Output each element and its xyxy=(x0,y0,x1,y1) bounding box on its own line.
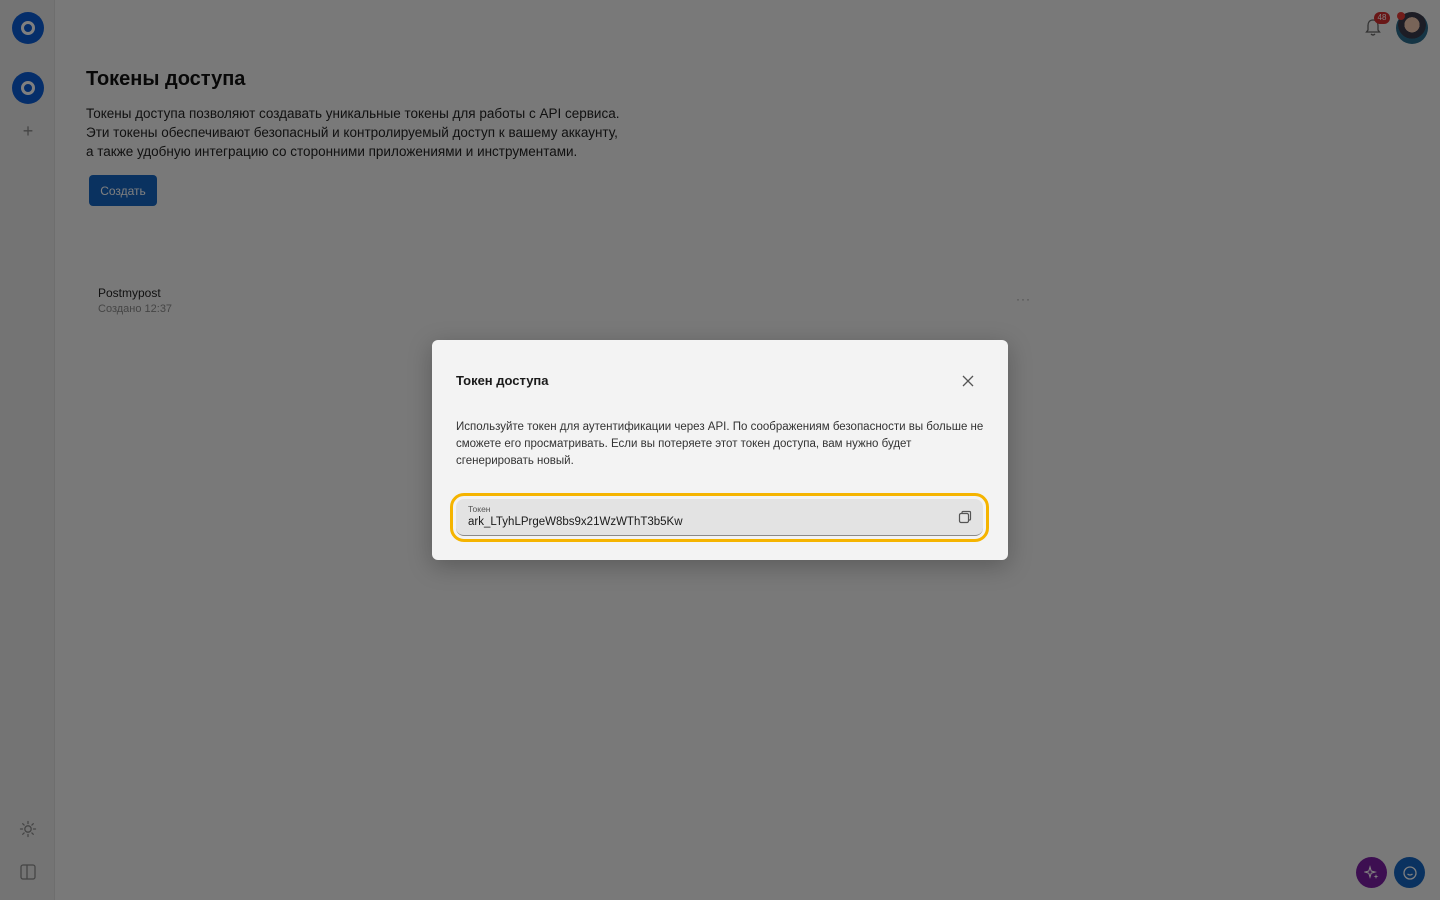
token-field[interactable]: Токен ark_LTyhLPrgeW8bs9x21WzWThT3b5Kw xyxy=(456,499,983,536)
token-dialog: Токен доступа Используйте токен для ауте… xyxy=(432,340,1008,560)
token-field-highlight: Токен ark_LTyhLPrgeW8bs9x21WzWThT3b5Kw xyxy=(450,493,989,542)
copy-icon[interactable] xyxy=(957,509,973,525)
token-value[interactable]: ark_LTyhLPrgeW8bs9x21WzWThT3b5Kw xyxy=(468,516,683,528)
dialog-message: Используйте токен для аутентификации чер… xyxy=(456,421,984,467)
dialog-title: Токен доступа xyxy=(456,373,549,388)
token-field-label: Токен xyxy=(468,504,491,514)
close-icon[interactable] xyxy=(958,371,978,391)
